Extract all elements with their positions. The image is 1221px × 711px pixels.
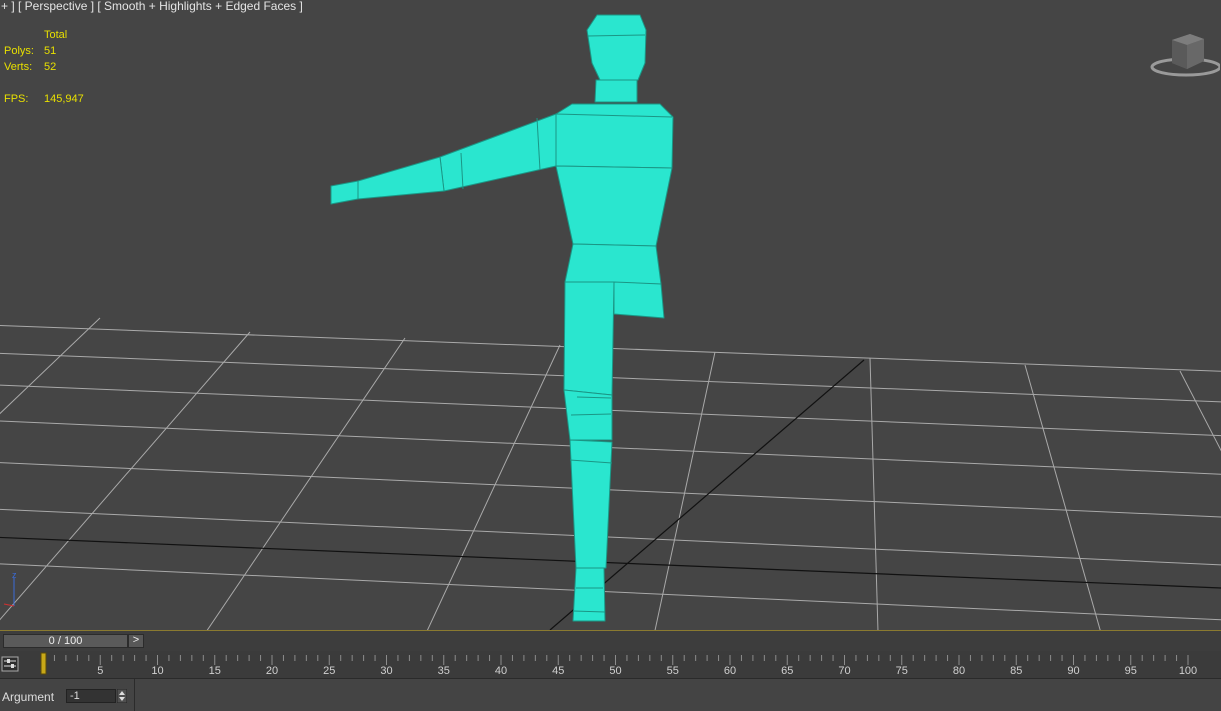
frame-tick-label: 10 xyxy=(151,665,163,677)
frame-tick-label: 45 xyxy=(552,665,564,677)
frame-tick-label: 100 xyxy=(1179,665,1197,677)
axis-tripod: z xyxy=(3,570,17,607)
viewport-label[interactable]: + ] [ Perspective ] [ Smooth + Highlight… xyxy=(1,0,303,13)
frame-tick-label: 80 xyxy=(953,665,965,677)
frame-tick-label: 5 xyxy=(97,665,103,677)
svg-text:z: z xyxy=(12,570,17,580)
head xyxy=(586,14,647,81)
argument-spinner-icon[interactable] xyxy=(117,689,127,703)
viewcube-icon[interactable] xyxy=(1148,30,1220,80)
curve-editor-icon[interactable] xyxy=(1,655,19,673)
hand xyxy=(330,180,359,205)
frame-tick-label: 85 xyxy=(1010,665,1022,677)
frame-tick-label: 65 xyxy=(781,665,793,677)
track-ruler[interactable]: 0510152025303540455055606570758085909510… xyxy=(0,651,1221,678)
pelvis xyxy=(564,243,662,285)
argument-label: Argument xyxy=(2,690,55,704)
foot xyxy=(572,567,606,622)
polys-label: Polys: xyxy=(4,45,34,57)
frame-tick-label: 15 xyxy=(209,665,221,677)
frame-tick-label: 95 xyxy=(1125,665,1137,677)
scene-canvas[interactable]: z xyxy=(0,0,1221,630)
frame-tick-label: 75 xyxy=(896,665,908,677)
stats-header: Total xyxy=(44,29,68,41)
thigh-right xyxy=(613,281,665,319)
frame-tick-label: 50 xyxy=(609,665,621,677)
calf xyxy=(569,439,613,569)
frame-tick-label: 30 xyxy=(380,665,392,677)
maxscript-listener-panel: Argument xyxy=(0,679,135,711)
next-frame-button[interactable]: > xyxy=(128,634,144,648)
fps-value: 145,947 xyxy=(44,93,84,105)
status-area: Argument xyxy=(0,679,1221,711)
frame-tick-label: 20 xyxy=(266,665,278,677)
frame-tick-label: 35 xyxy=(438,665,450,677)
polys-value: 51 xyxy=(44,45,57,57)
verts-value: 52 xyxy=(44,61,57,73)
track-bar[interactable]: 0510152025303540455055606570758085909510… xyxy=(0,651,1221,679)
frame-tick-label: 70 xyxy=(838,665,850,677)
frame-tick-label: 25 xyxy=(323,665,335,677)
torso-upper xyxy=(555,103,674,169)
verts-label: Verts: xyxy=(4,61,33,73)
frame-tick-label: 55 xyxy=(667,665,679,677)
time-slider-bar: 0 / 100 > xyxy=(0,630,1221,651)
time-slider[interactable]: 0 / 100 xyxy=(3,634,128,648)
frame-tick-label: 40 xyxy=(495,665,507,677)
thigh-left xyxy=(563,281,615,396)
argument-input[interactable] xyxy=(66,689,116,703)
biped-mesh[interactable] xyxy=(330,14,674,622)
current-frame-marker xyxy=(40,652,47,675)
perspective-viewport[interactable]: z + ] [ Perspective ] [ Smooth + Highlig… xyxy=(0,0,1221,630)
neck xyxy=(594,79,638,103)
frame-tick-label: 60 xyxy=(724,665,736,677)
forearm xyxy=(357,156,445,200)
fps-label: FPS: xyxy=(4,93,29,105)
torso-lower xyxy=(555,165,673,247)
frame-tick-label: 90 xyxy=(1067,665,1079,677)
